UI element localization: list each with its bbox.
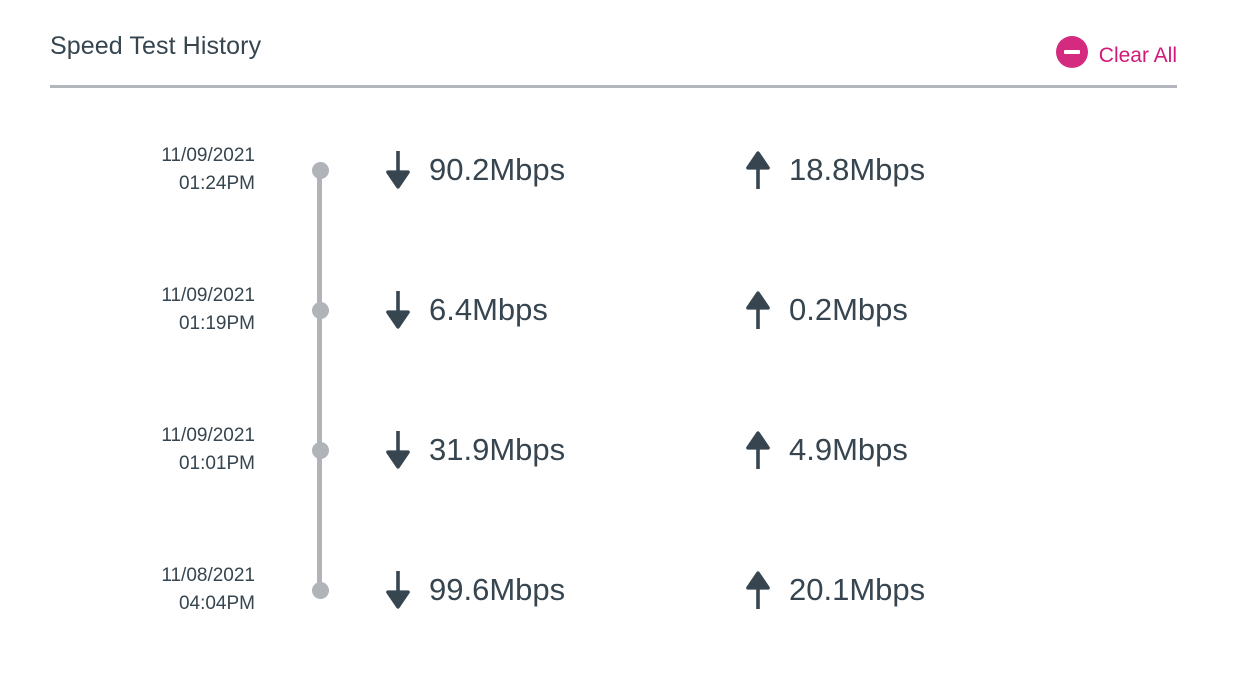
entry-timestamp: 11/09/202101:19PM [0, 282, 255, 338]
history-list: 11/09/202101:24PM90.2Mbps18.8Mbps11/09/2… [0, 125, 1237, 685]
timeline-dot [312, 302, 329, 319]
arrow-down-icon [385, 571, 411, 609]
download-speed: 99.6Mbps [385, 571, 745, 609]
clear-all-button[interactable]: Clear All [1056, 35, 1177, 68]
entry-timestamp: 11/09/202101:01PM [0, 422, 255, 478]
timeline-dot [312, 162, 329, 179]
entry-time: 01:24PM [0, 170, 255, 198]
arrow-up-icon [745, 291, 771, 329]
upload-value: 18.8Mbps [789, 154, 925, 187]
arrow-up-icon [745, 151, 771, 189]
download-value: 31.9Mbps [429, 434, 565, 467]
upload-value: 20.1Mbps [789, 574, 925, 607]
timeline-node [255, 582, 385, 599]
arrow-down-icon [385, 291, 411, 329]
arrow-down-icon [385, 151, 411, 189]
entry-time: 04:04PM [0, 590, 255, 618]
upload-speed: 0.2Mbps [745, 291, 1105, 329]
upload-value: 4.9Mbps [789, 434, 908, 467]
arrow-up-icon [745, 571, 771, 609]
upload-value: 0.2Mbps [789, 294, 908, 327]
entry-time: 01:01PM [0, 450, 255, 478]
download-speed: 90.2Mbps [385, 151, 745, 189]
download-value: 6.4Mbps [429, 294, 548, 327]
arrow-up-icon [745, 431, 771, 469]
download-value: 90.2Mbps [429, 154, 565, 187]
history-row: 11/09/202101:01PM 31.9Mbps 4.9Mbps [0, 405, 1237, 545]
download-speed: 6.4Mbps [385, 291, 745, 329]
history-row: 11/09/202101:24PM 90.2Mbps 18.8Mbps [0, 125, 1237, 265]
upload-speed: 18.8Mbps [745, 151, 1105, 189]
panel-header: Speed Test History Clear All [50, 26, 1177, 88]
download-speed: 31.9Mbps [385, 431, 745, 469]
timeline-dot [312, 442, 329, 459]
entry-timestamp: 11/09/202101:24PM [0, 142, 255, 198]
history-row: 11/09/202101:19PM 6.4Mbps 0.2Mbps [0, 265, 1237, 405]
history-row: 11/08/202104:04PM 99.6Mbps 20.1Mbps [0, 545, 1237, 685]
page-title: Speed Test History [50, 32, 261, 61]
entry-date: 11/09/2021 [0, 142, 255, 170]
upload-speed: 4.9Mbps [745, 431, 1105, 469]
download-value: 99.6Mbps [429, 574, 565, 607]
arrow-down-icon [385, 431, 411, 469]
entry-timestamp: 11/08/202104:04PM [0, 562, 255, 618]
timeline-node [255, 302, 385, 319]
speed-test-history-panel: Speed Test History Clear All 11/09/20210… [0, 0, 1237, 675]
entry-date: 11/09/2021 [0, 422, 255, 450]
entry-date: 11/09/2021 [0, 282, 255, 310]
minus-circle-icon [1056, 36, 1088, 68]
entry-date: 11/08/2021 [0, 562, 255, 590]
upload-speed: 20.1Mbps [745, 571, 1105, 609]
timeline-node [255, 162, 385, 179]
timeline-node [255, 442, 385, 459]
timeline-dot [312, 582, 329, 599]
clear-all-label: Clear All [1099, 35, 1177, 68]
entry-time: 01:19PM [0, 310, 255, 338]
